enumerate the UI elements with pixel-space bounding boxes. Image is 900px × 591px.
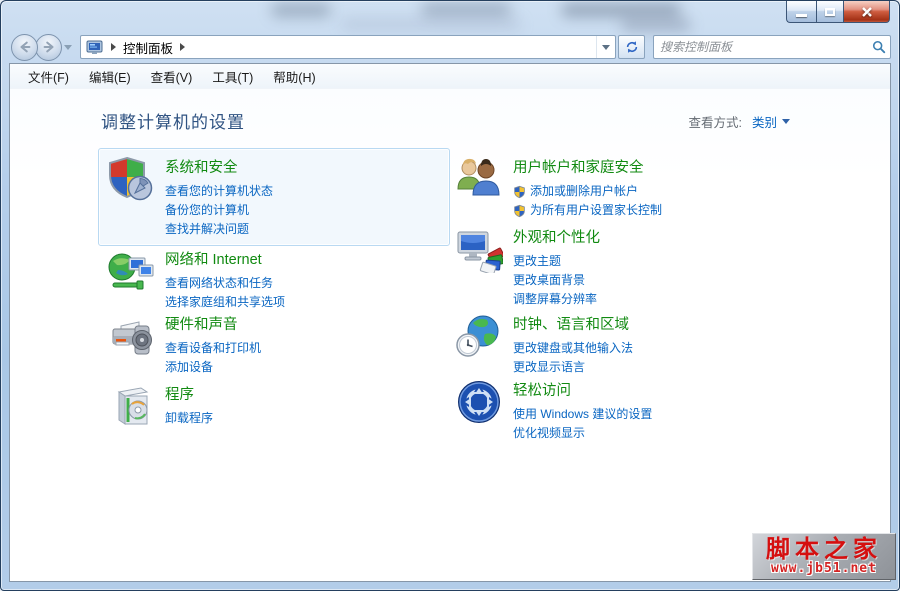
category-hardware-sound[interactable]: 硬件和声音 查看设备和打印机 添加设备 [98,305,450,384]
close-icon [861,6,873,18]
client-area: 文件(F) 编辑(E) 查看(V) 工具(T) 帮助(H) 调整计算机的设置 查… [9,63,891,582]
title-bar[interactable] [1,1,899,31]
task-link-change-keyboards[interactable]: 更改键盘或其他输入法 [513,339,633,358]
task-link-add-remove-accounts[interactable]: 添加或删除用户帐户 [513,182,662,201]
uac-shield-icon [513,204,526,218]
minimize-button[interactable] [786,1,816,23]
uac-shield-icon [513,185,526,199]
clock-region-icon [455,312,503,360]
view-by-label: 查看方式: [689,112,742,131]
task-link-suggested-settings[interactable]: 使用 Windows 建议的设置 [513,405,652,424]
category-title-ease-of-access[interactable]: 轻松访问 [513,379,652,400]
window-controls [786,1,890,23]
back-button[interactable] [11,34,38,61]
menu-help[interactable]: 帮助(H) [263,64,325,89]
view-by-selector[interactable]: 类别 [752,112,790,131]
maximize-icon [825,8,835,16]
task-link-change-desktop-background[interactable]: 更改桌面背景 [513,271,600,290]
menu-edit[interactable]: 编辑(E) [79,64,141,89]
control-panel-icon [86,40,104,55]
maximize-button[interactable] [816,1,844,23]
breadcrumb-arrow-icon[interactable] [111,43,116,51]
task-link-check-computer-status[interactable]: 查看您的计算机状态 [165,182,273,201]
view-by-value: 类别 [752,112,777,131]
recent-pages-chevron-icon[interactable] [62,37,74,57]
search-box [653,35,891,59]
category-title-hardware-sound[interactable]: 硬件和声音 [165,313,261,334]
breadcrumb-control-panel[interactable]: 控制面板 [123,38,173,57]
category-title-appearance[interactable]: 外观和个性化 [513,226,600,247]
category-title-clock-language[interactable]: 时钟、语言和区域 [513,313,633,334]
task-link-optimize-visual-display[interactable]: 优化视频显示 [513,424,652,443]
task-link-find-fix-problems[interactable]: 查找并解决问题 [165,220,273,239]
task-link-devices-printers[interactable]: 查看设备和打印机 [165,339,261,358]
category-title-programs[interactable]: 程序 [165,383,213,404]
task-link-change-theme[interactable]: 更改主题 [513,252,600,271]
menu-view[interactable]: 查看(V) [141,64,203,89]
task-link-label: 添加或删除用户帐户 [530,182,638,201]
category-programs[interactable]: 程序 卸载程序 [98,375,450,437]
menu-file[interactable]: 文件(F) [18,64,79,89]
control-panel-window: 控制面板 文件(F) 编辑(E) 查看(V) 工具(T) [0,0,900,591]
address-bar[interactable]: 控制面板 [80,35,616,59]
view-by-dropdown-icon [782,119,790,124]
breadcrumb-arrow-icon[interactable] [180,43,185,51]
network-globe-icon [107,247,155,295]
dropdown-arrow-icon [602,45,610,50]
refresh-icon [625,40,639,54]
task-link-uninstall-program[interactable]: 卸载程序 [165,409,213,428]
menu-bar: 文件(F) 编辑(E) 查看(V) 工具(T) 帮助(H) [10,64,890,89]
task-link-view-network-status[interactable]: 查看网络状态和任务 [165,274,285,293]
minimize-icon [796,14,807,17]
close-button[interactable] [844,1,890,23]
category-title-user-accounts[interactable]: 用户帐户和家庭安全 [513,156,662,177]
printer-sound-icon [107,312,155,360]
back-arrow-icon [18,40,32,54]
security-shield-icon [107,155,155,203]
ease-of-access-icon [455,378,503,426]
appearance-monitor-icon [455,225,503,273]
category-appearance[interactable]: 外观和个性化 更改主题 更改桌面背景 调整屏幕分辨率 [446,218,798,316]
program-box-icon [107,382,155,430]
task-link-backup-computer[interactable]: 备份您的计算机 [165,201,273,220]
search-icon[interactable] [872,40,886,54]
forward-arrow-icon [42,40,56,54]
page-title: 调整计算机的设置 [101,108,245,133]
category-user-accounts[interactable]: 用户帐户和家庭安全 添加或删除用户帐户 [446,148,798,227]
category-title-network-internet[interactable]: 网络和 Internet [165,248,285,269]
menu-tools[interactable]: 工具(T) [202,64,263,89]
users-icon [455,155,503,203]
watermark-jb51: 脚本之家 www.jb51.net [752,533,896,580]
view-by-control: 查看方式: 类别 [689,112,791,131]
address-dropdown-button[interactable] [596,36,615,58]
category-ease-of-access[interactable]: 轻松访问 使用 Windows 建议的设置 优化视频显示 [446,371,798,450]
category-title-system-security[interactable]: 系统和安全 [165,156,273,177]
navigation-toolbar: 控制面板 [9,31,891,63]
category-system-security[interactable]: 系统和安全 查看您的计算机状态 备份您的计算机 查找并解决问题 [98,148,450,246]
forward-button[interactable] [35,34,62,61]
search-input[interactable] [660,40,872,54]
control-panel-home: 调整计算机的设置 查看方式: 类别 [10,89,890,581]
watermark-url: www.jb51.net [771,561,877,576]
watermark-title: 脚本之家 [766,537,882,561]
refresh-button[interactable] [618,35,645,59]
